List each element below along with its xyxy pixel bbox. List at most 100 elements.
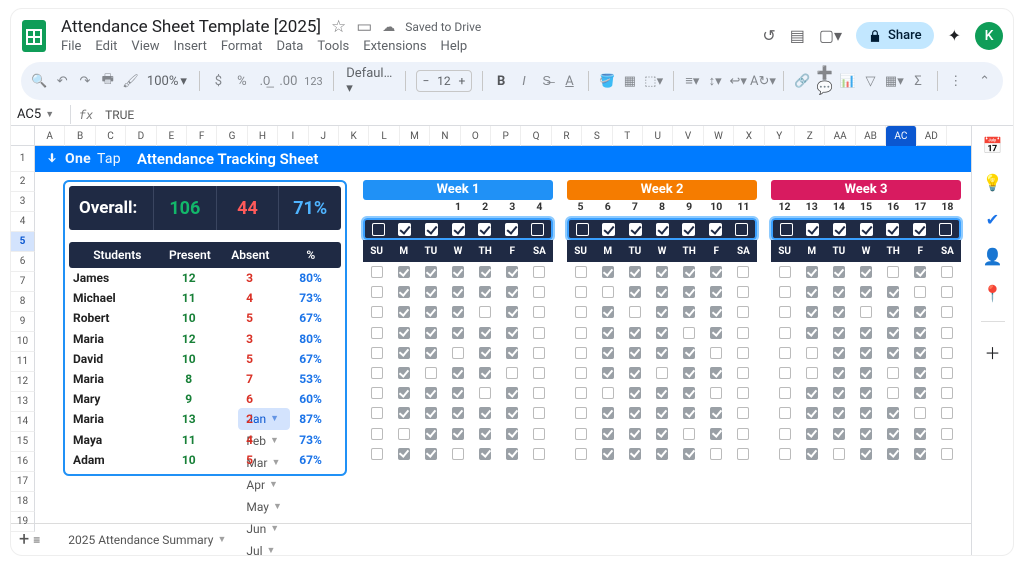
row-3[interactable]: 3: [11, 192, 35, 212]
text-color-icon[interactable]: A: [561, 71, 578, 91]
menu-tools[interactable]: Tools: [317, 39, 349, 54]
col-A[interactable]: A: [35, 126, 65, 146]
row-12[interactable]: 12: [11, 372, 35, 392]
col-B[interactable]: B: [65, 126, 95, 146]
select-all-corner[interactable]: [11, 126, 35, 145]
student-row[interactable]: Mary9660%: [69, 389, 341, 409]
student-row[interactable]: Maria12380%: [69, 329, 341, 349]
comment-icon[interactable]: ➕💬: [817, 71, 834, 91]
col-K[interactable]: K: [339, 126, 369, 146]
currency-icon[interactable]: $: [210, 71, 227, 91]
attendance-row[interactable]: [567, 323, 757, 343]
attendance-row[interactable]: [363, 383, 553, 403]
master-row[interactable]: [771, 218, 961, 240]
attendance-row[interactable]: [363, 363, 553, 383]
attendance-row[interactable]: [363, 262, 553, 282]
doc-title[interactable]: Attendance Sheet Template [2025]: [61, 17, 321, 37]
col-F[interactable]: F: [187, 126, 217, 146]
increase-decimal-icon[interactable]: .00: [279, 71, 297, 91]
share-button[interactable]: Share: [856, 22, 934, 49]
calendar-addon-icon[interactable]: 📅: [983, 136, 1003, 155]
attendance-row[interactable]: [363, 302, 553, 322]
col-W[interactable]: W: [704, 126, 734, 146]
attendance-row[interactable]: [771, 262, 961, 282]
col-L[interactable]: L: [369, 126, 399, 146]
attendance-row[interactable]: [771, 343, 961, 363]
undo-icon[interactable]: ↶: [54, 71, 71, 91]
more-icon[interactable]: ⋮: [947, 71, 964, 91]
col-E[interactable]: E: [157, 126, 187, 146]
row-9[interactable]: 9: [11, 312, 35, 332]
row-8[interactable]: 8: [11, 292, 35, 312]
font-increase[interactable]: +: [453, 74, 471, 88]
row-19[interactable]: 19: [11, 512, 35, 532]
comments-icon[interactable]: ▤: [790, 26, 805, 45]
col-S[interactable]: S: [582, 126, 612, 146]
paint-format-icon[interactable]: 🖌: [122, 71, 139, 91]
col-AB[interactable]: AB: [856, 126, 886, 146]
merge-icon[interactable]: ⬚▾: [644, 71, 663, 91]
master-row[interactable]: [363, 218, 553, 240]
star-icon[interactable]: ☆: [331, 17, 346, 37]
link-icon[interactable]: 🔗: [794, 71, 811, 91]
contacts-addon-icon[interactable]: 👤: [983, 247, 1003, 266]
student-row[interactable]: James12380%: [69, 268, 341, 288]
master-row[interactable]: [567, 218, 757, 240]
menu-data[interactable]: Data: [276, 39, 303, 54]
student-row[interactable]: Maria8753%: [69, 369, 341, 389]
attendance-row[interactable]: [567, 282, 757, 302]
all-sheets-button[interactable]: ≡: [33, 533, 40, 547]
spreadsheet-cells[interactable]: OneTap Attendance Tracking Sheet Overall…: [35, 146, 971, 523]
history-icon[interactable]: ↺: [762, 26, 775, 45]
row-13[interactable]: 13: [11, 392, 35, 412]
row-6[interactable]: 6: [11, 252, 35, 272]
fill-color-icon[interactable]: 🪣: [599, 71, 616, 91]
attendance-row[interactable]: [771, 323, 961, 343]
keep-addon-icon[interactable]: 💡: [983, 173, 1003, 192]
borders-icon[interactable]: ▦: [622, 71, 639, 91]
gemini-icon[interactable]: ✦: [948, 26, 961, 45]
attendance-row[interactable]: [567, 424, 757, 444]
attendance-row[interactable]: [771, 363, 961, 383]
rotate-icon[interactable]: A↻▾: [753, 71, 773, 91]
row-14[interactable]: 14: [11, 412, 35, 432]
col-AD[interactable]: AD: [917, 126, 947, 146]
row-11[interactable]: 11: [11, 352, 35, 372]
row-10[interactable]: 10: [11, 332, 35, 352]
col-G[interactable]: G: [217, 126, 247, 146]
zoom-select[interactable]: 100% ▾: [145, 74, 189, 89]
col-I[interactable]: I: [278, 126, 308, 146]
attendance-row[interactable]: [771, 302, 961, 322]
print-icon[interactable]: 🖶: [99, 71, 116, 91]
col-U[interactable]: U: [643, 126, 673, 146]
row-16[interactable]: 16: [11, 452, 35, 472]
student-row[interactable]: Adam10567%: [69, 450, 341, 470]
tab-summary[interactable]: 2025 Attendance Summary▼: [60, 529, 234, 551]
redo-icon[interactable]: ↷: [77, 71, 94, 91]
attendance-row[interactable]: [363, 444, 553, 464]
menu-edit[interactable]: Edit: [95, 39, 117, 54]
row-2[interactable]: 2: [11, 172, 35, 192]
move-icon[interactable]: ▭: [356, 17, 372, 37]
table-icon[interactable]: ▦▾: [885, 71, 904, 91]
font-size-stepper[interactable]: − 12 +: [416, 70, 472, 92]
col-N[interactable]: N: [430, 126, 460, 146]
menu-insert[interactable]: Insert: [174, 39, 207, 54]
col-Y[interactable]: Y: [765, 126, 795, 146]
attendance-row[interactable]: [771, 282, 961, 302]
col-R[interactable]: R: [552, 126, 582, 146]
account-avatar[interactable]: K: [975, 22, 1003, 50]
functions-icon[interactable]: Σ: [910, 71, 927, 91]
attendance-row[interactable]: [363, 424, 553, 444]
attendance-row[interactable]: [567, 444, 757, 464]
col-X[interactable]: X: [734, 126, 764, 146]
col-J[interactable]: J: [309, 126, 339, 146]
row-18[interactable]: 18: [11, 492, 35, 512]
attendance-row[interactable]: [771, 403, 961, 423]
attendance-row[interactable]: [363, 282, 553, 302]
col-O[interactable]: O: [461, 126, 491, 146]
filter-icon[interactable]: ▽: [862, 71, 879, 91]
attendance-row[interactable]: [567, 363, 757, 383]
col-P[interactable]: P: [491, 126, 521, 146]
tasks-addon-icon[interactable]: ✔: [986, 210, 999, 229]
